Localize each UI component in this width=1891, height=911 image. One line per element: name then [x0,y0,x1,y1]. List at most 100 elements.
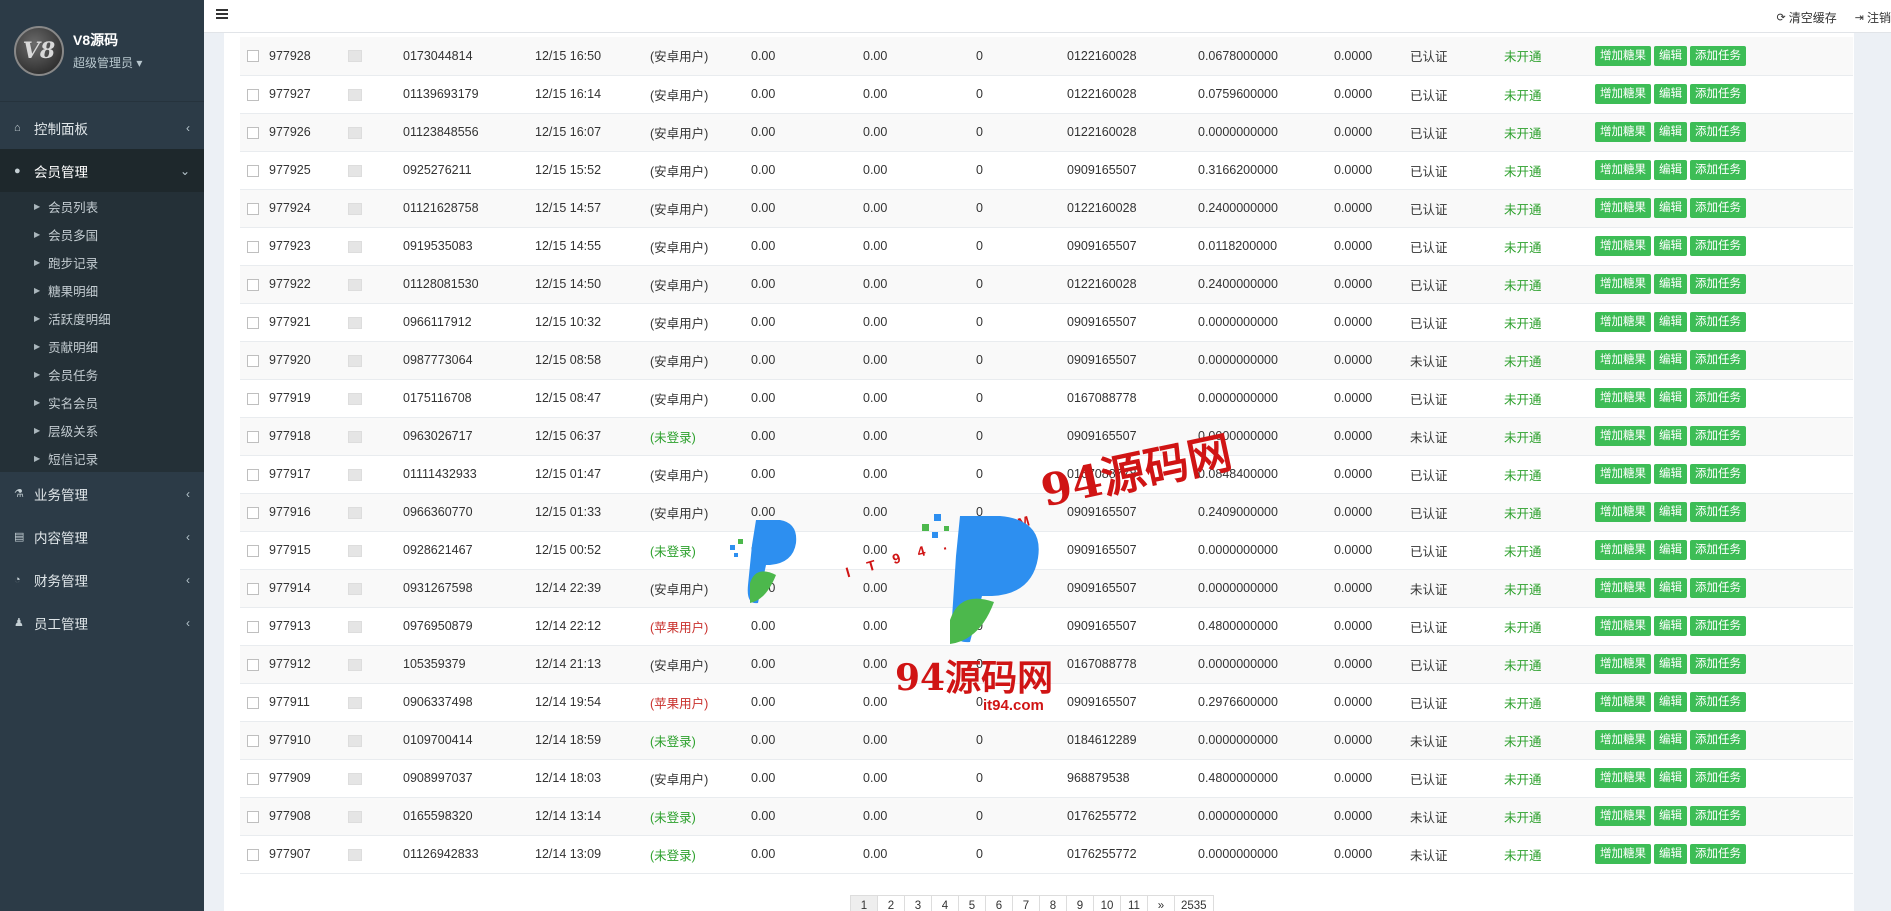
add-candy-button[interactable]: 增加糖果 [1595,616,1651,636]
menu-toggle-icon[interactable] [216,9,228,19]
add-task-button[interactable]: 添加任务 [1690,464,1746,484]
submenu-item[interactable]: ▶ 层级关系 [0,416,204,444]
submenu-item[interactable]: ▶ 糖果明细 [0,276,204,304]
add-candy-button[interactable]: 增加糖果 [1595,730,1651,750]
row-checkbox[interactable] [247,354,259,367]
edit-button[interactable]: 编辑 [1654,350,1687,370]
sidebar-item-content[interactable]: ▤ 内容管理 ‹ [0,515,204,558]
row-checkbox[interactable] [247,582,259,595]
user-role-dropdown[interactable]: 超级管理员 ▾ [73,54,142,71]
edit-button[interactable]: 编辑 [1654,578,1687,598]
page-link[interactable]: 3 [904,895,932,911]
add-task-button[interactable]: 添加任务 [1690,426,1746,446]
add-candy-button[interactable]: 增加糖果 [1595,654,1651,674]
edit-button[interactable]: 编辑 [1654,274,1687,294]
add-task-button[interactable]: 添加任务 [1690,122,1746,142]
submenu-item[interactable]: ▶ 会员多国 [0,220,204,248]
sidebar-item-finance[interactable]: ◔ 财务管理 ‹ [0,558,204,601]
edit-button[interactable]: 编辑 [1654,45,1687,66]
add-candy-button[interactable]: 增加糖果 [1595,844,1651,864]
row-checkbox[interactable] [247,50,259,63]
edit-button[interactable]: 编辑 [1654,160,1687,180]
page-link[interactable]: 11 [1120,895,1148,911]
submenu-item[interactable]: ▶ 活跃度明细 [0,304,204,332]
submenu-item[interactable]: ▶ 会员列表 [0,192,204,220]
add-task-button[interactable]: 添加任务 [1690,350,1746,370]
edit-button[interactable]: 编辑 [1654,692,1687,712]
add-task-button[interactable]: 添加任务 [1690,578,1746,598]
submenu-item[interactable]: ▶ 会员任务 [0,360,204,388]
add-candy-button[interactable]: 增加糖果 [1595,502,1651,522]
sidebar-item-dashboard[interactable]: ⌂ 控制面板 ‹ [0,106,204,149]
page-link[interactable]: 4 [931,895,959,911]
row-checkbox[interactable] [247,88,259,101]
add-task-button[interactable]: 添加任务 [1690,844,1746,864]
edit-button[interactable]: 编辑 [1654,540,1687,560]
row-checkbox[interactable] [247,316,259,329]
add-candy-button[interactable]: 增加糖果 [1595,350,1651,370]
row-checkbox[interactable] [247,468,259,481]
add-candy-button[interactable]: 增加糖果 [1595,312,1651,332]
edit-button[interactable]: 编辑 [1654,312,1687,332]
add-candy-button[interactable]: 增加糖果 [1595,768,1651,788]
row-checkbox[interactable] [247,164,259,177]
add-candy-button[interactable]: 增加糖果 [1595,198,1651,218]
row-checkbox[interactable] [247,772,259,785]
add-task-button[interactable]: 添加任务 [1690,616,1746,636]
add-task-button[interactable]: 添加任务 [1690,502,1746,522]
page-link[interactable]: 2535 [1174,895,1214,911]
page-link[interactable]: 10 [1093,895,1121,911]
add-candy-button[interactable]: 增加糖果 [1595,388,1651,408]
add-candy-button[interactable]: 增加糖果 [1595,806,1651,826]
row-checkbox[interactable] [247,658,259,671]
add-task-button[interactable]: 添加任务 [1690,768,1746,788]
add-task-button[interactable]: 添加任务 [1690,540,1746,560]
row-checkbox[interactable] [247,810,259,823]
add-task-button[interactable]: 添加任务 [1690,312,1746,332]
row-checkbox[interactable] [247,544,259,557]
row-checkbox[interactable] [247,734,259,747]
edit-button[interactable]: 编辑 [1654,388,1687,408]
sidebar-item-members[interactable]: ● 会员管理 ⌄ [0,149,204,192]
add-candy-button[interactable]: 增加糖果 [1595,122,1651,142]
edit-button[interactable]: 编辑 [1654,236,1687,256]
edit-button[interactable]: 编辑 [1654,122,1687,142]
submenu-item[interactable]: ▶ 短信记录 [0,444,204,472]
add-candy-button[interactable]: 增加糖果 [1595,84,1651,104]
row-checkbox[interactable] [247,202,259,215]
edit-button[interactable]: 编辑 [1654,654,1687,674]
row-checkbox[interactable] [247,430,259,443]
row-checkbox[interactable] [247,278,259,291]
page-link[interactable]: 9 [1066,895,1094,911]
page-link[interactable]: » [1147,895,1175,911]
add-candy-button[interactable]: 增加糖果 [1595,236,1651,256]
submenu-item[interactable]: ▶ 贡献明细 [0,332,204,360]
page-link[interactable]: 5 [958,895,986,911]
clear-cache-button[interactable]: ⟳ 清空缓存 [1777,9,1837,26]
sidebar-item-business[interactable]: ⚗ 业务管理 ‹ [0,472,204,515]
page-link[interactable]: 1 [850,895,878,911]
add-task-button[interactable]: 添加任务 [1690,45,1746,66]
edit-button[interactable]: 编辑 [1654,730,1687,750]
row-checkbox[interactable] [247,696,259,709]
page-link[interactable]: 7 [1012,895,1040,911]
add-candy-button[interactable]: 增加糖果 [1595,45,1651,66]
page-link[interactable]: 6 [985,895,1013,911]
edit-button[interactable]: 编辑 [1654,426,1687,446]
row-checkbox[interactable] [247,126,259,139]
add-task-button[interactable]: 添加任务 [1690,198,1746,218]
add-task-button[interactable]: 添加任务 [1690,730,1746,750]
logout-button[interactable]: ⇥ 注销 [1855,9,1891,26]
row-checkbox[interactable] [247,392,259,405]
add-task-button[interactable]: 添加任务 [1690,654,1746,674]
add-task-button[interactable]: 添加任务 [1690,806,1746,826]
add-candy-button[interactable]: 增加糖果 [1595,692,1651,712]
add-candy-button[interactable]: 增加糖果 [1595,540,1651,560]
edit-button[interactable]: 编辑 [1654,84,1687,104]
edit-button[interactable]: 编辑 [1654,198,1687,218]
edit-button[interactable]: 编辑 [1654,616,1687,636]
submenu-item[interactable]: ▶ 实名会员 [0,388,204,416]
add-candy-button[interactable]: 增加糖果 [1595,160,1651,180]
add-task-button[interactable]: 添加任务 [1690,236,1746,256]
sidebar-item-staff[interactable]: ♟ 员工管理 ‹ [0,601,204,644]
